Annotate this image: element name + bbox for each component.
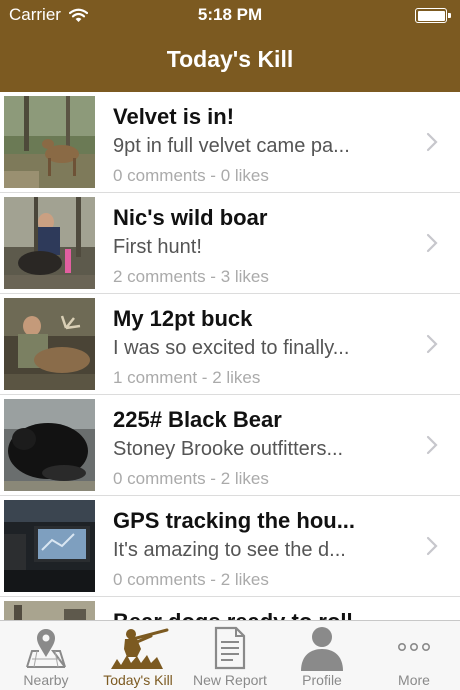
hunter-icon [111, 628, 169, 669]
post-subtitle: I was so excited to finally... [113, 337, 350, 359]
post-subtitle: Stoney Brooke outfitters... [113, 438, 344, 460]
chevron-right-icon [426, 334, 438, 354]
chevron-right-icon [426, 132, 438, 152]
post-stats: 2 comments - 3 likes [113, 267, 269, 286]
tab-more[interactable]: More [368, 621, 460, 690]
report-icon [214, 626, 246, 670]
tab-todays-kill[interactable]: Today's Kill [92, 621, 184, 690]
post-list[interactable]: Velvet is in! 9pt in full velvet came pa… [0, 92, 460, 620]
post-title: GPS tracking the hou... [113, 508, 356, 533]
list-item[interactable]: Bear dogs ready to roll [0, 597, 460, 620]
list-item[interactable]: My 12pt buck I was so excited to finally… [0, 294, 460, 395]
post-thumbnail [4, 298, 95, 390]
post-stats: 0 comments - 2 likes [113, 570, 269, 589]
tab-label: Today's Kill [103, 672, 173, 688]
chevron-right-icon [426, 435, 438, 455]
status-bar: Carrier 5:18 PM [0, 0, 460, 30]
header: Carrier 5:18 PM Today's Kill [0, 0, 460, 92]
tab-new-report[interactable]: New Report [184, 621, 276, 690]
tab-label: Nearby [23, 672, 69, 688]
post-title: Velvet is in! [113, 104, 235, 129]
more-icon [398, 642, 430, 651]
list-item[interactable]: Velvet is in! 9pt in full velvet came pa… [0, 92, 460, 193]
tab-label: More [398, 672, 430, 688]
list-item[interactable]: 225# Black Bear Stoney Brooke outfitters… [0, 395, 460, 496]
status-time: 5:18 PM [197, 5, 263, 24]
post-title: My 12pt buck [113, 306, 253, 331]
tab-label: New Report [193, 672, 267, 688]
list-item[interactable]: GPS tracking the hou... It's amazing to … [0, 496, 460, 597]
chevron-right-icon [426, 233, 438, 253]
post-stats: 1 comment - 2 likes [113, 368, 261, 387]
post-thumbnail [4, 399, 95, 491]
post-title: Bear dogs ready to roll [113, 609, 403, 620]
tab-label: Profile [302, 672, 342, 688]
post-subtitle: First hunt! [113, 236, 202, 258]
post-stats: 0 comments - 0 likes [113, 166, 269, 185]
tab-nearby[interactable]: Nearby [0, 621, 92, 690]
chevron-right-icon [426, 536, 438, 556]
person-icon [301, 627, 343, 671]
post-thumbnail [4, 601, 95, 620]
post-subtitle: It's amazing to see the d... [113, 539, 346, 561]
post-thumbnail [4, 197, 95, 289]
battery-icon [415, 8, 451, 23]
post-stats: 0 comments - 2 likes [113, 469, 269, 488]
page-title: Today's Kill [166, 46, 294, 72]
post-subtitle: 9pt in full velvet came pa... [113, 135, 350, 157]
post-title: 225# Black Bear [113, 407, 282, 432]
map-pin-icon [26, 629, 66, 668]
list-item[interactable]: Nic's wild boar First hunt! 2 comments -… [0, 193, 460, 294]
post-title: Nic's wild boar [113, 205, 268, 230]
post-thumbnail [4, 500, 95, 592]
post-thumbnail [4, 96, 95, 188]
tab-profile[interactable]: Profile [276, 621, 368, 690]
tab-bar: Nearby Today's Kill New Report Profile M… [0, 620, 460, 690]
